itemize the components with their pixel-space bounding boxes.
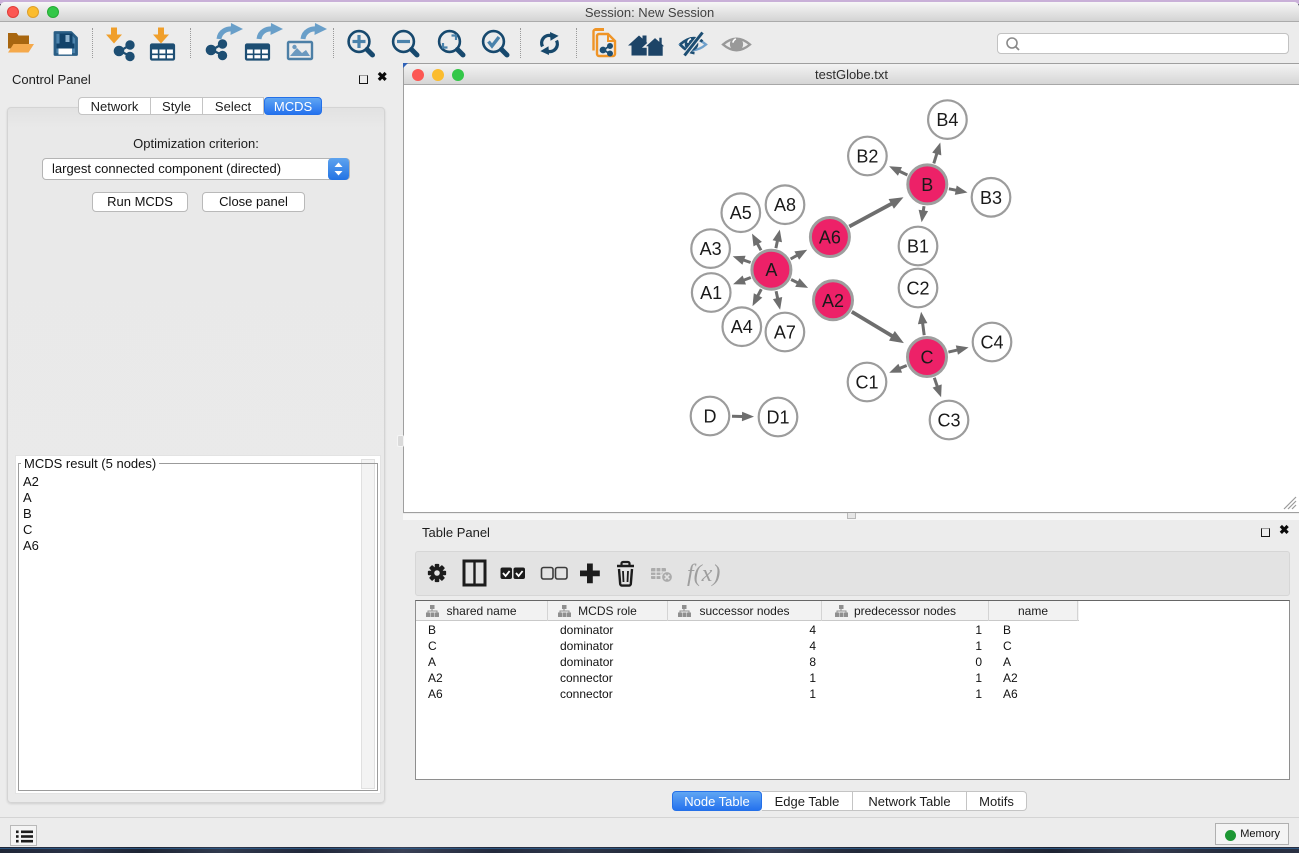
svg-text:A4: A4 [731,317,753,337]
svg-text:A3: A3 [700,239,722,259]
svg-text:A7: A7 [774,323,796,343]
svg-text:B4: B4 [936,110,958,130]
svg-text:A: A [765,260,777,280]
svg-text:D: D [704,407,717,427]
svg-text:B1: B1 [907,237,929,257]
svg-text:C4: C4 [980,333,1003,353]
svg-text:A1: A1 [700,283,722,303]
svg-text:A8: A8 [774,195,796,215]
svg-text:C3: C3 [937,411,960,431]
svg-text:A5: A5 [730,203,752,223]
svg-text:B3: B3 [980,188,1002,208]
svg-text:A6: A6 [819,228,841,248]
svg-text:B2: B2 [856,147,878,167]
svg-text:f(x): f(x) [687,561,720,587]
svg-text:A2: A2 [822,291,844,311]
svg-text:C: C [921,348,934,368]
svg-text:B: B [921,175,933,195]
svg-text:C1: C1 [855,373,878,393]
svg-text:D1: D1 [766,408,789,428]
svg-text:C2: C2 [906,279,929,299]
